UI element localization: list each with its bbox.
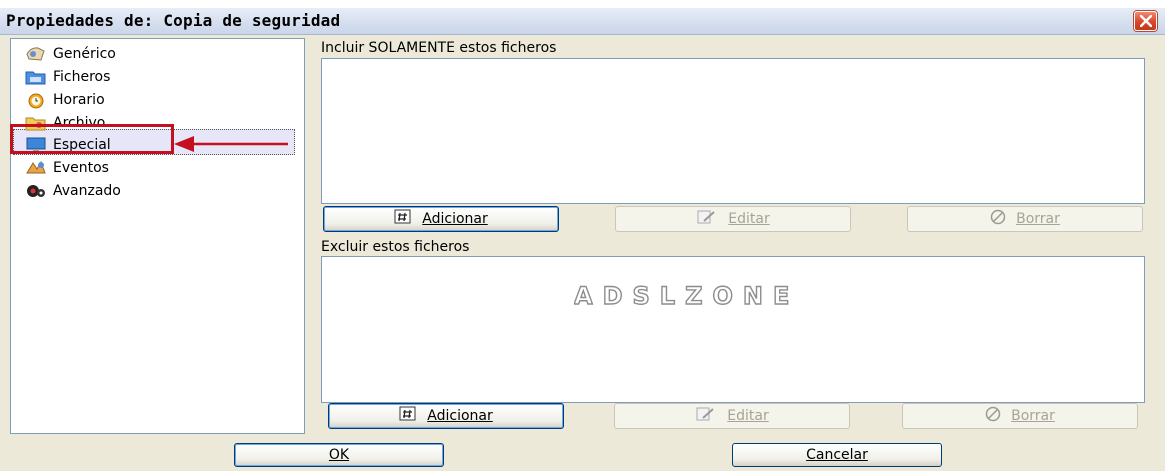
edit-icon (695, 406, 717, 426)
include-file-list[interactable] (321, 58, 1145, 204)
folder-icon (25, 68, 47, 86)
add-icon (394, 209, 412, 229)
close-button[interactable] (1134, 11, 1157, 31)
include-delete-button[interactable]: Borrar (907, 206, 1143, 232)
title-bar: Propiedades de: Copia de seguridad (0, 8, 1165, 35)
close-icon (1140, 15, 1152, 27)
sidebar-item-eventos[interactable]: Eventos (25, 157, 109, 179)
svg-text:ADSLZONE: ADSLZONE (574, 285, 799, 307)
edit-icon (696, 209, 718, 229)
dialog-body: Genérico Ficheros Horario Archivo Especi… (0, 35, 1165, 471)
add-icon (399, 406, 417, 426)
cancel-button[interactable]: Cancelar (732, 443, 942, 467)
cancel-label: Cancelar (806, 447, 868, 463)
exclude-edit-button[interactable]: Editar (614, 403, 850, 429)
sidebar-item-label: Horario (53, 92, 105, 108)
include-edit-button[interactable]: Editar (615, 206, 851, 232)
window-title: Propiedades de: Copia de seguridad (6, 11, 341, 30)
alarm-clock-icon (25, 91, 47, 109)
exclude-label: Excluir estos ficheros (321, 239, 470, 255)
include-add-button[interactable]: Adicionar (323, 206, 559, 232)
exclude-delete-button[interactable]: Borrar (902, 403, 1138, 429)
sidebar-item-label: Avanzado (53, 183, 121, 199)
events-icon (25, 159, 47, 177)
sidebar-item-label: Ficheros (53, 69, 111, 85)
exclude-file-list[interactable] (321, 256, 1145, 403)
advanced-icon (25, 182, 47, 200)
exclude-edit-label: Editar (727, 408, 769, 424)
sidebar-item-horario[interactable]: Horario (25, 89, 105, 111)
sidebar-item-label: Genérico (53, 46, 116, 62)
exclude-add-label: Adicionar (427, 408, 493, 424)
generic-icon (25, 45, 47, 63)
no-entry-icon (990, 209, 1006, 229)
adslzone-watermark-logo: ADSLZONE (574, 285, 799, 307)
sidebar-item-ficheros[interactable]: Ficheros (25, 66, 110, 88)
red-arrow-icon (174, 136, 288, 152)
exclude-delete-label: Borrar (1011, 408, 1055, 424)
include-label: Incluir SOLAMENTE estos ficheros (321, 40, 557, 56)
sidebar-item-avanzado[interactable]: Avanzado (25, 180, 121, 202)
ok-button[interactable]: OK (234, 443, 444, 467)
sidebar-item-label: Eventos (53, 160, 109, 176)
sidebar-item-generico[interactable]: Genérico (25, 43, 116, 65)
ok-label: OK (328, 447, 350, 463)
include-add-label: Adicionar (422, 211, 488, 227)
include-edit-label: Editar (728, 211, 770, 227)
category-list: Genérico Ficheros Horario Archivo Especi… (10, 38, 305, 434)
no-entry-icon (985, 406, 1001, 426)
exclude-add-button[interactable]: Adicionar (328, 403, 564, 429)
include-delete-label: Borrar (1016, 211, 1060, 227)
highlight-box (10, 124, 174, 154)
